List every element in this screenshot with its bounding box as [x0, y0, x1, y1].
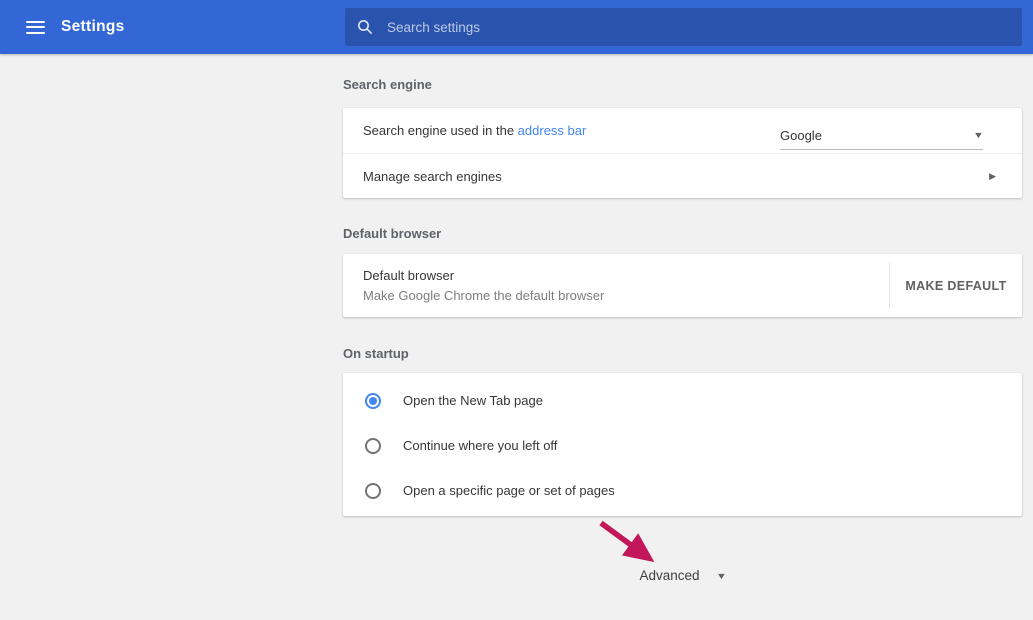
search-icon	[357, 19, 373, 35]
section-label-search-engine: Search engine	[343, 78, 1022, 92]
default-browser-title: Default browser	[363, 266, 869, 286]
menu-icon[interactable]	[26, 21, 45, 34]
default-browser-subtitle: Make Google Chrome the default browser	[363, 286, 869, 306]
startup-option-specific-pages[interactable]: Open a specific page or set of pages	[343, 468, 1022, 513]
search-engine-card: Search engine used in the address bar Go…	[343, 108, 1022, 198]
advanced-caret-icon: ▼	[715, 571, 726, 581]
page-title: Settings	[61, 18, 125, 36]
on-startup-card: Open the New Tab page Continue where you…	[343, 373, 1022, 516]
make-default-button[interactable]: MAKE DEFAULT	[890, 254, 1022, 317]
startup-option-new-tab[interactable]: Open the New Tab page	[343, 378, 1022, 423]
startup-option-continue[interactable]: Continue where you left off	[343, 423, 1022, 468]
search-engine-row: Search engine used in the address bar Go…	[343, 108, 1022, 153]
section-label-on-startup: On startup	[343, 347, 1022, 361]
advanced-button[interactable]: Advanced ▼	[343, 568, 1022, 583]
radio-label: Open a specific page or set of pages	[403, 483, 615, 498]
radio-button[interactable]	[365, 483, 381, 499]
radio-button[interactable]	[365, 438, 381, 454]
radio-label: Continue where you left off	[403, 438, 557, 453]
radio-button[interactable]	[365, 393, 381, 409]
settings-content: Search engine Search engine used in the …	[343, 54, 1022, 583]
app-header: Settings	[0, 0, 1033, 54]
settings-search-box[interactable]	[345, 8, 1022, 46]
default-browser-text: Default browser Make Google Chrome the d…	[343, 254, 889, 317]
address-bar-link[interactable]: address bar	[518, 123, 587, 138]
search-engine-row-text: Search engine used in the address bar	[363, 123, 586, 138]
section-label-default-browser: Default browser	[343, 227, 1022, 241]
search-engine-dropdown-value: Google	[780, 128, 822, 143]
settings-search-input[interactable]	[385, 19, 1010, 36]
subpage-arrow-icon: ▶	[989, 171, 996, 182]
manage-search-engines-label: Manage search engines	[363, 169, 502, 184]
search-engine-dropdown[interactable]: Google ▼	[780, 122, 983, 150]
search-engine-row-prefix: Search engine used in the	[363, 123, 518, 138]
advanced-label: Advanced	[640, 568, 700, 583]
default-browser-card: Default browser Make Google Chrome the d…	[343, 254, 1022, 317]
dropdown-caret-icon: ▼	[973, 130, 984, 140]
radio-label: Open the New Tab page	[403, 393, 543, 408]
manage-search-engines-row[interactable]: Manage search engines ▶	[343, 153, 1022, 198]
